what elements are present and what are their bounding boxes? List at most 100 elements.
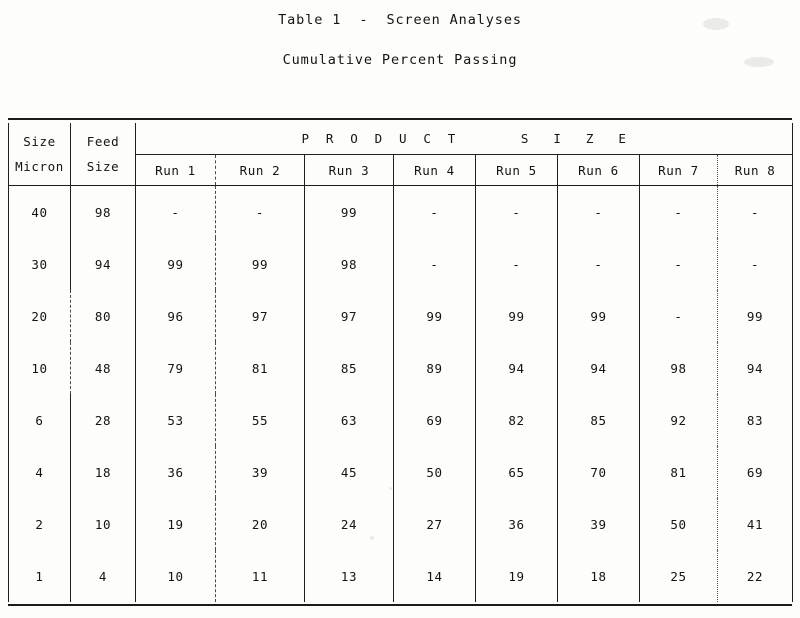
cell-run-5: 19 (475, 550, 558, 602)
cell-run-7: 81 (639, 446, 718, 498)
scanned-page: Table 1 - Screen Analyses Cumulative Per… (0, 0, 800, 618)
cell-run-4: - (393, 185, 476, 238)
cell-run-1: 96 (135, 290, 216, 342)
cell-run-6: - (557, 238, 640, 290)
cell-run-5: - (475, 185, 558, 238)
table-row: 4 18 36 39 45 50 65 70 81 69 (8, 446, 794, 498)
page-subtitle: Cumulative Percent Passing (282, 52, 518, 68)
cell-run-1: 79 (135, 342, 216, 394)
cell-run-4: 14 (393, 550, 476, 602)
cell-run-5: 82 (475, 394, 558, 446)
table-row: 6 28 53 55 63 69 82 85 92 83 (8, 394, 794, 446)
cell-run-2: 81 (215, 342, 305, 394)
header-feed-line2: Size (86, 159, 120, 174)
cell-run-7: - (639, 290, 718, 342)
cell-run-8: 99 (716, 290, 794, 342)
cell-run-6: 99 (557, 290, 640, 342)
cell-run-2: - (215, 185, 305, 238)
table-body: 40 98- -99- - - - -30 94 99 99 98- - - - -20 80 96 97 97 99… (8, 185, 794, 602)
cell-run-8: 41 (716, 498, 794, 550)
scan-speckle (703, 18, 729, 30)
cell-size-micron: 4 (8, 446, 71, 498)
cell-run-6: 18 (557, 550, 640, 602)
header-run-7: Run 7 (639, 154, 718, 186)
cell-run-6: 85 (557, 394, 640, 446)
header-run-6: Run 6 (557, 154, 640, 186)
cell-feed-size: 48 (70, 342, 136, 394)
cell-feed-size: 18 (70, 446, 136, 498)
cell-run-4: 27 (393, 498, 476, 550)
table-row: 40 98- -99- - - - - (8, 185, 794, 238)
cell-run-4: 89 (393, 342, 476, 394)
cell-run-3: 85 (304, 342, 394, 394)
header-product-size-span: P R O D U C T S I Z E (134, 123, 794, 155)
cell-run-1: - (135, 185, 216, 238)
header-run-3: Run 3 (304, 154, 394, 186)
table-row: 2 10 19 20 24 27 36 39 50 41 (8, 498, 794, 550)
cell-run-1: 10 (135, 550, 216, 602)
cell-run-4: 69 (393, 394, 476, 446)
cell-size-micron: 6 (8, 394, 71, 446)
cell-size-micron: 10 (8, 342, 71, 394)
page-title: Table 1 - Screen Analyses (278, 12, 522, 28)
cell-run-4: 99 (393, 290, 476, 342)
document-titles: Table 1 - Screen Analyses Cumulative Per… (0, 0, 800, 68)
table-bottom-rule (8, 604, 792, 606)
cell-run-1: 99 (135, 238, 216, 290)
cell-feed-size: 4 (70, 550, 136, 602)
cell-feed-size: 10 (70, 498, 136, 550)
cell-run-7: - (639, 185, 718, 238)
screen-analyses-table-container: Size Micron Feed Size P R O D U C T S I … (8, 118, 794, 606)
header-run-1: Run 1 (135, 154, 216, 186)
cell-run-7: 92 (639, 394, 718, 446)
cell-run-6: - (557, 185, 640, 238)
cell-run-2: 99 (215, 238, 305, 290)
cell-run-8: 94 (716, 342, 794, 394)
cell-run-3: 97 (304, 290, 394, 342)
header-run-8: Run 8 (716, 154, 794, 186)
header-row-top: Size Micron Feed Size P R O D U C T S I … (8, 123, 794, 186)
cell-run-5: 65 (475, 446, 558, 498)
cell-size-micron: 2 (8, 498, 71, 550)
header-feed-line1: Feed (86, 134, 120, 149)
cell-feed-size: 80 (70, 290, 136, 342)
cell-size-micron: 20 (8, 290, 71, 342)
cell-run-3: 13 (304, 550, 394, 602)
cell-run-6: 39 (557, 498, 640, 550)
cell-run-6: 94 (557, 342, 640, 394)
cell-run-2: 20 (215, 498, 305, 550)
table-header: Size Micron Feed Size P R O D U C T S I … (8, 123, 794, 186)
cell-run-7: 25 (639, 550, 718, 602)
cell-feed-size: 28 (70, 394, 136, 446)
table-row: 10 48 79 81 85 89 94 94 98 94 (8, 342, 794, 394)
header-run-2: Run 2 (215, 154, 305, 186)
scan-speckle (370, 536, 374, 540)
cell-run-6: 70 (557, 446, 640, 498)
screen-analyses-table: Size Micron Feed Size P R O D U C T S I … (8, 123, 794, 602)
cell-run-3: 99 (304, 185, 394, 238)
cell-run-8: 22 (716, 550, 794, 602)
cell-run-2: 11 (215, 550, 305, 602)
cell-run-5: 99 (475, 290, 558, 342)
cell-run-8: 69 (716, 446, 794, 498)
table-top-rule (8, 118, 792, 120)
cell-run-2: 39 (215, 446, 305, 498)
cell-run-3: 63 (304, 394, 394, 446)
cell-run-2: 55 (215, 394, 305, 446)
cell-feed-size: 98 (70, 185, 136, 238)
table-row: 30 94 99 99 98- - - - - (8, 238, 794, 290)
header-run-4: Run 4 (393, 154, 476, 186)
table-row: 1 4 10 11 13 14 19 18 25 22 (8, 550, 794, 602)
cell-run-4: - (393, 238, 476, 290)
cell-run-1: 19 (135, 498, 216, 550)
cell-run-8: 83 (716, 394, 794, 446)
header-size-micron: Size Micron (8, 123, 71, 186)
cell-run-5: - (475, 238, 558, 290)
cell-run-3: 45 (304, 446, 394, 498)
cell-run-3: 24 (304, 498, 394, 550)
cell-run-1: 53 (135, 394, 216, 446)
cell-size-micron: 1 (8, 550, 71, 602)
header-run-5: Run 5 (475, 154, 558, 186)
cell-feed-size: 94 (70, 238, 136, 290)
cell-run-7: - (639, 238, 718, 290)
